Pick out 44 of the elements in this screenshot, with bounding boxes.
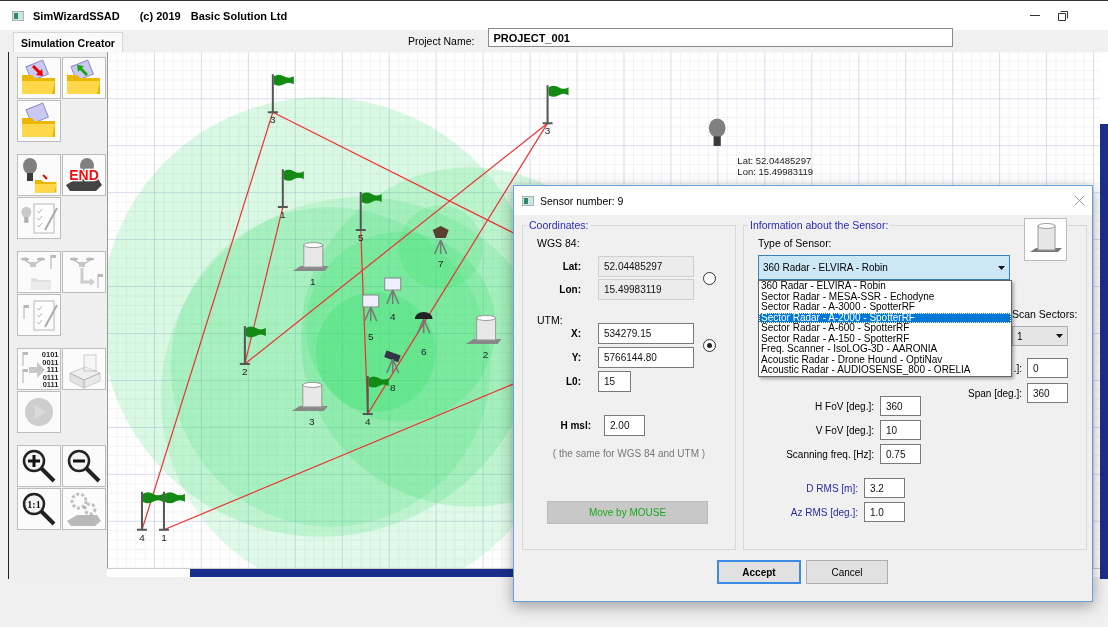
- project-name-label: Project Name:: [407, 35, 475, 47]
- flag-number: 3: [544, 125, 551, 137]
- field-label: L0:: [565, 376, 581, 387]
- flag-number: 3: [270, 114, 276, 126]
- sensor-number: 1: [310, 276, 316, 288]
- flag-number: 2: [242, 365, 248, 377]
- field-label: Lon:: [558, 284, 581, 295]
- sensor-number: 3: [309, 415, 315, 427]
- sensor-number: 6: [420, 345, 427, 357]
- field-label: Span [deg.]:: [967, 387, 1022, 399]
- field-label: D RMS [m]:: [805, 482, 858, 494]
- sensor-number: 7: [437, 258, 444, 270]
- wgs-label: WGS 84:: [537, 237, 581, 249]
- field-label: V FoV [deg.]:: [814, 424, 874, 436]
- sensor-number: 8: [389, 381, 396, 393]
- sensor-number: 2: [482, 348, 489, 360]
- app-title: SimWizardSSAD: [33, 9, 120, 22]
- copyright-text: (c) 2019: [139, 9, 181, 22]
- field-label: Az RMS [deg.]:: [789, 506, 858, 518]
- flag-number: 5: [357, 232, 364, 244]
- field-label: Y:: [570, 352, 581, 363]
- note-text: ( the same for WGS 84 and UTM ): [551, 448, 707, 459]
- flag-number: 4: [364, 415, 371, 427]
- sensor-coordinates: Lat: 52.04485297: [737, 155, 812, 167]
- company-name: Basic Solution Ltd: [190, 9, 288, 22]
- scan-sectors-label: Scan Sectors:: [1012, 308, 1078, 320]
- field-label: Lat:: [561, 261, 581, 272]
- utm-label: UTM:: [537, 314, 564, 326]
- end-label: END: [69, 167, 99, 183]
- field-label: H FoV [deg.]:: [814, 400, 874, 412]
- field-label: H msl:: [559, 420, 591, 431]
- flag-number: 1: [161, 531, 167, 543]
- group-legend: Information about the Sensor:: [748, 219, 891, 231]
- flag-number: 4: [139, 531, 145, 543]
- sensor-number: 4: [389, 311, 396, 322]
- flag-number: 1: [280, 209, 286, 221]
- dialog-title: Sensor number: 9: [540, 194, 624, 207]
- zoom-ratio-label: 1:1: [27, 499, 41, 510]
- field-label: Scanning freq. [Hz]:: [785, 448, 874, 460]
- field-label: X:: [570, 328, 581, 339]
- sensor-number: 5: [367, 330, 374, 342]
- group-legend: Coordinates:: [527, 219, 591, 231]
- sensor-coordinates: Lon: 15.49983119: [737, 166, 814, 178]
- sensor-type-label: Type of Sensor:: [758, 237, 833, 249]
